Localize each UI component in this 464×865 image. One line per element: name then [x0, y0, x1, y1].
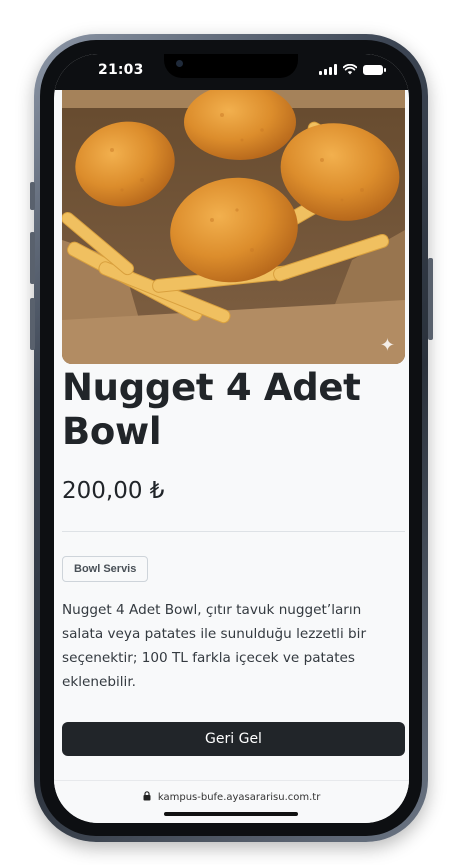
- status-bar: 21:03: [54, 54, 409, 90]
- product-image-illustration: [62, 90, 405, 364]
- category-badge: Bowl Servis: [62, 556, 149, 582]
- url-text: kampus-bufe.ayasararisu.com.tr: [157, 792, 321, 803]
- volume-up-button: [30, 232, 35, 284]
- product-description: Nugget 4 Adet Bowl, çıtır tavuk nugget’l…: [62, 602, 367, 690]
- phone-screen: 21:03 ✦ Nugget 4 Adet Bowl 200,00 ₺ Bowl…: [54, 54, 409, 823]
- status-icons: [319, 64, 386, 75]
- browser-url-bar[interactable]: kampus-bufe.ayasararisu.com.tr: [54, 780, 409, 823]
- volume-down-button: [30, 298, 35, 350]
- wifi-icon: [343, 64, 357, 75]
- product-image: ✦: [62, 90, 405, 364]
- url-container: kampus-bufe.ayasararisu.com.tr: [54, 791, 409, 803]
- notch: [164, 54, 298, 78]
- product-title: Nugget 4 Adet Bowl: [62, 366, 361, 453]
- status-time: 21:03: [98, 62, 144, 78]
- front-camera: [176, 60, 183, 67]
- battery-icon: [363, 64, 386, 75]
- product-price: 200,00 ₺: [62, 478, 165, 504]
- sparkle-icon: ✦: [379, 335, 395, 355]
- back-button[interactable]: Geri Gel: [62, 722, 405, 756]
- cellular-signal-icon: [319, 64, 337, 75]
- power-button: [428, 258, 433, 340]
- home-indicator[interactable]: [164, 812, 298, 816]
- mute-switch: [30, 182, 35, 210]
- divider: [62, 531, 405, 532]
- lock-icon: [143, 791, 151, 801]
